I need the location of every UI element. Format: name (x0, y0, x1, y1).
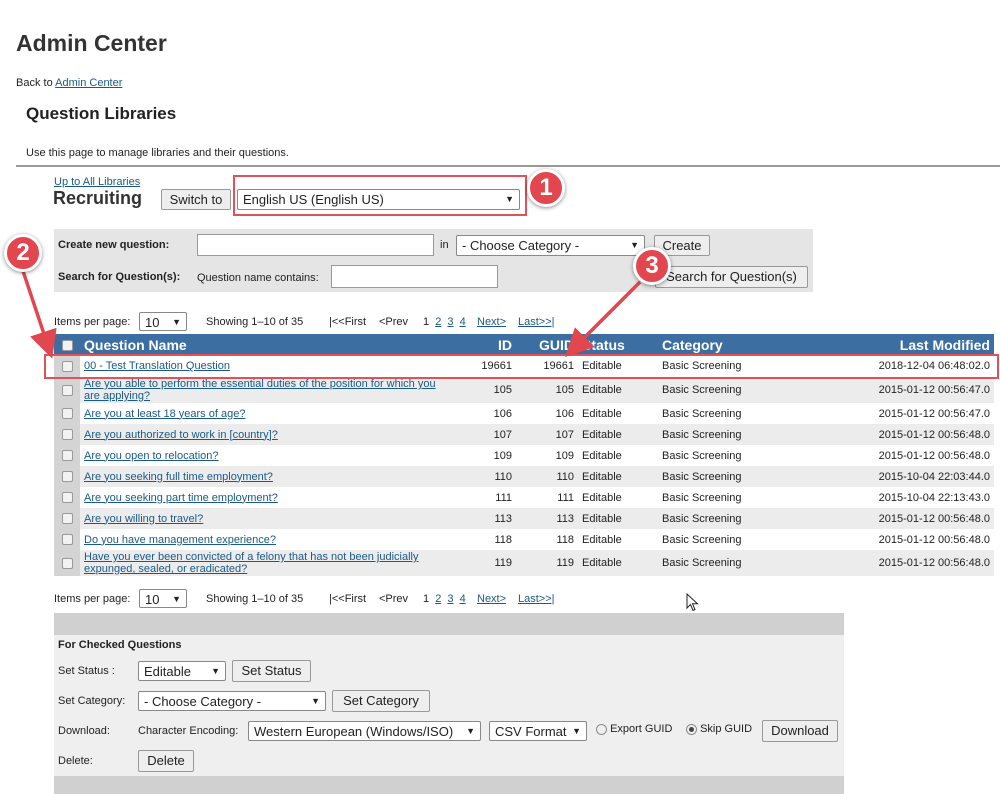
arrow-3 (565, 280, 642, 357)
callout-3-badge: 3 (633, 247, 671, 285)
annotation-arrows (20, 267, 642, 359)
callout-2-badge: 2 (4, 234, 42, 272)
callout-1-badge: 1 (527, 169, 565, 207)
arrow-2 (20, 267, 57, 359)
